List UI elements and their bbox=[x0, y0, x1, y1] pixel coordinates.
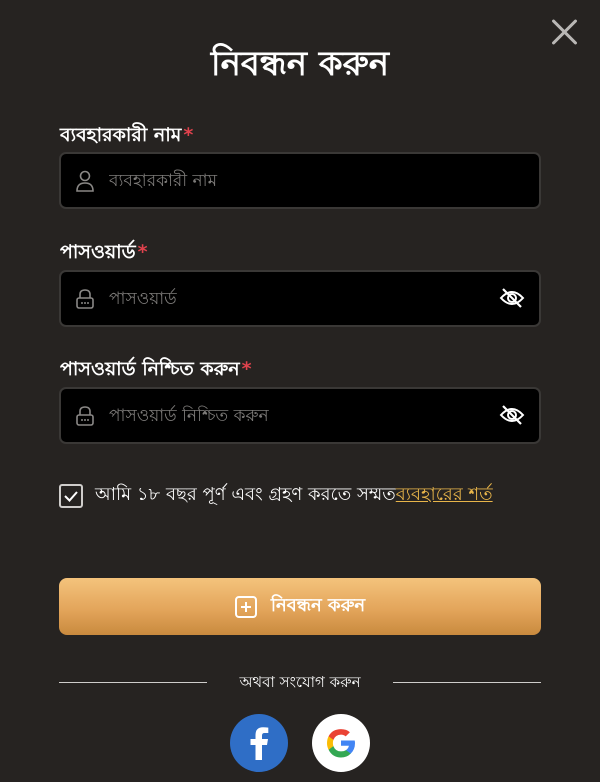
confirm-password-field[interactable] bbox=[59, 387, 541, 444]
lock-icon bbox=[76, 406, 94, 426]
eye-off-icon[interactable] bbox=[499, 404, 525, 426]
facebook-button[interactable] bbox=[230, 714, 288, 772]
required-mark: * bbox=[241, 358, 252, 380]
username-input[interactable] bbox=[109, 154, 489, 207]
checkmark-icon bbox=[64, 491, 78, 502]
terms-link[interactable]: ব্যবহারের শর্ত bbox=[396, 484, 493, 505]
register-button[interactable]: নিবন্ধন করুন bbox=[59, 578, 541, 635]
google-button[interactable] bbox=[312, 714, 370, 772]
divider-text: অথবা সংযোগ করুন bbox=[239, 673, 361, 691]
register-button-label: নিবন্ধন করুন bbox=[270, 595, 366, 616]
username-field[interactable] bbox=[59, 152, 541, 209]
plus-icon bbox=[234, 595, 257, 618]
confirm-password-label: পাসওয়ার্ড নিশ্চিত করুন * bbox=[60, 358, 252, 380]
page-title: নিবন্ধন করুন bbox=[210, 44, 390, 84]
facebook-icon bbox=[250, 727, 269, 760]
agree-checkbox[interactable] bbox=[59, 484, 83, 508]
eye-off-icon[interactable] bbox=[499, 287, 525, 309]
confirm-password-input[interactable] bbox=[109, 389, 489, 442]
password-field[interactable] bbox=[59, 270, 541, 327]
password-input[interactable] bbox=[109, 272, 489, 325]
required-mark: * bbox=[183, 124, 194, 146]
user-icon bbox=[76, 170, 94, 192]
username-label: ব্যবহারকারী নাম * bbox=[60, 124, 194, 146]
agreement-text: আমি ১৮ বছর পূর্ণ এবং গ্রহণ করতে সম্মতব্য… bbox=[95, 484, 493, 505]
required-mark: * bbox=[137, 241, 148, 263]
divider-right bbox=[393, 682, 541, 683]
password-label: পাসওয়ার্ড * bbox=[60, 241, 148, 263]
lock-icon bbox=[76, 289, 94, 309]
google-icon bbox=[327, 729, 355, 758]
